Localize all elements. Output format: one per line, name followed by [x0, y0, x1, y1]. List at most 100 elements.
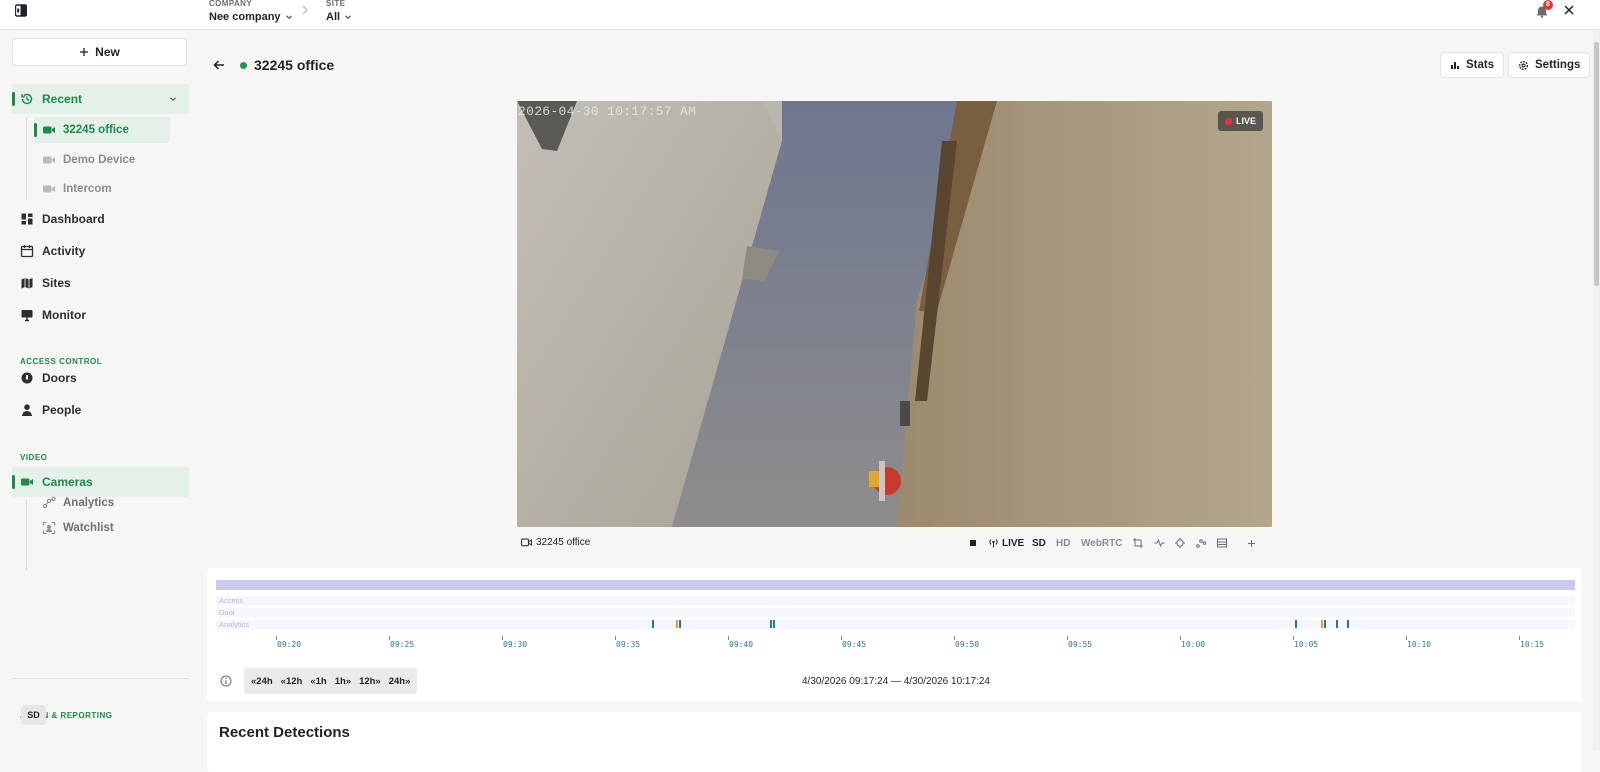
sidebar-item-people[interactable]: People	[12, 395, 189, 425]
company-selector[interactable]: COMPANY Nee company	[209, 0, 293, 23]
nodes-icon	[1196, 539, 1206, 548]
crosshair-icon	[1175, 538, 1185, 548]
analytics-event-marker[interactable]	[773, 620, 775, 628]
back-12h-button[interactable]: «12h	[277, 676, 307, 687]
recent-item-demo-device[interactable]: Demo Device	[34, 147, 135, 173]
broadcast-icon	[989, 539, 998, 548]
user-avatar[interactable]: SD	[21, 705, 46, 725]
camera-name-text: 32245 office	[536, 537, 591, 548]
analytics-event-marker[interactable]	[1336, 620, 1338, 628]
camera-video-feed[interactable]	[517, 101, 1272, 527]
analytics-overlay-button[interactable]	[1196, 536, 1206, 550]
pulse-icon	[1154, 538, 1165, 548]
analytics-event-marker[interactable]	[676, 620, 678, 628]
analytics-event-marker[interactable]	[1324, 620, 1326, 628]
sidebar: New Recent 32245 office Demo Device Inte…	[0, 30, 200, 750]
chevron-down-icon	[285, 15, 292, 20]
timeline-tick-label: 09:30	[503, 640, 528, 649]
calendar-icon	[20, 245, 34, 258]
tree-line	[26, 118, 27, 200]
recent-detections-panel	[207, 712, 1582, 772]
analytics-event-marker[interactable]	[770, 620, 772, 628]
analytics-event-marker[interactable]	[1347, 620, 1349, 628]
sidebar-item-doors[interactable]: Doors	[12, 363, 189, 393]
live-button-label: LIVE	[1002, 537, 1025, 549]
stop-button[interactable]	[969, 536, 977, 550]
sidebar-item-activity[interactable]: Activity	[12, 236, 189, 266]
timeline-tick-label: 10:05	[1294, 640, 1319, 649]
camera-sub-item-watchlist[interactable]: Watchlist	[34, 515, 114, 541]
sidebar-item-monitor[interactable]: Monitor	[12, 300, 189, 330]
camera-sub-item-label: Watchlist	[63, 522, 114, 534]
timeline-tick-label: 09:35	[616, 640, 641, 649]
site-selector[interactable]: SITE All	[326, 0, 352, 23]
forward-12h-button[interactable]: 12h»	[355, 676, 385, 687]
analytics-event-marker[interactable]	[1295, 620, 1297, 628]
plus-icon	[80, 48, 89, 56]
sidebar-item-dashboard[interactable]: Dashboard	[12, 204, 189, 234]
timeline-tick-label: 09:40	[729, 640, 754, 649]
close-icon[interactable]	[1563, 4, 1575, 16]
sd-quality-button[interactable]: SD	[1032, 536, 1046, 550]
webrtc-button[interactable]: WebRTC	[1081, 536, 1122, 550]
crop-icon	[1133, 538, 1143, 548]
video-camera-outline-icon	[521, 538, 532, 547]
back-24h-button[interactable]: «24h	[247, 676, 277, 687]
settings-button[interactable]: Settings	[1508, 52, 1591, 78]
page-scrollbar[interactable]	[1593, 30, 1600, 750]
sidebar-item-label: Doors	[42, 371, 77, 385]
sidebar-item-recent[interactable]: Recent	[12, 84, 189, 114]
timeline-tick-label: 10:10	[1407, 640, 1432, 649]
info-icon[interactable]	[220, 675, 232, 687]
recent-item-intercom[interactable]: Intercom	[34, 176, 112, 202]
timeline-tick-label: 10:00	[1181, 640, 1206, 649]
new-button-label: New	[95, 45, 120, 59]
timeline-scrubber[interactable]	[216, 580, 1575, 590]
hd-quality-button[interactable]: HD	[1056, 536, 1070, 550]
video-camera-icon	[43, 126, 55, 134]
back-1h-button[interactable]: «1h	[306, 676, 330, 687]
tree-line	[26, 500, 27, 570]
motion-button[interactable]	[1154, 536, 1165, 550]
live-dot	[1225, 117, 1232, 125]
camera-name-label: 32245 office	[521, 537, 590, 548]
timeline-tick-label: 09:45	[842, 640, 867, 649]
grid-layout-button[interactable]	[1217, 536, 1227, 550]
camera-sub-item-analytics[interactable]: Analytics	[34, 490, 114, 516]
timeline-tick-label: 10:15	[1520, 640, 1545, 649]
stats-button-label: Stats	[1466, 59, 1495, 71]
video-camera-icon	[43, 185, 55, 193]
live-button[interactable]: LIVE	[988, 536, 1024, 550]
history-icon	[21, 93, 33, 105]
forward-24h-button[interactable]: 24h»	[385, 676, 415, 687]
map-icon	[21, 278, 33, 289]
analytics-event-marker[interactable]	[1321, 620, 1323, 628]
scrollbar-thumb[interactable]	[1594, 42, 1599, 286]
timeline-row-door: Door	[216, 608, 1575, 617]
video-section-label: VIDEO	[20, 453, 48, 462]
live-badge-label: LIVE	[1236, 116, 1257, 126]
app-logo-icon[interactable]	[15, 4, 27, 17]
time-range-buttons: «24h «12h «1h 1h» 12h» 24h»	[244, 668, 418, 694]
recent-item-label: Demo Device	[63, 154, 136, 166]
page-title: 32245 office	[254, 57, 335, 73]
door-icon	[21, 372, 33, 384]
camera-sub-item-label: Analytics	[63, 497, 115, 509]
video-camera-icon	[21, 478, 33, 486]
site-value: All	[326, 11, 341, 23]
stats-button[interactable]: Stats	[1440, 52, 1505, 78]
ptz-button[interactable]	[1175, 536, 1185, 550]
forward-1h-button[interactable]: 1h»	[331, 676, 355, 687]
chevron-down-icon[interactable]	[169, 95, 177, 103]
new-button[interactable]: New	[12, 38, 187, 66]
timeline-tick-label: 09:20	[277, 640, 302, 649]
analytics-event-marker[interactable]	[679, 620, 681, 628]
sidebar-item-sites[interactable]: Sites	[12, 268, 189, 298]
recent-item-32245-office[interactable]: 32245 office	[34, 117, 170, 143]
add-button[interactable]	[1247, 536, 1256, 550]
settings-button-label: Settings	[1535, 59, 1581, 71]
back-arrow-icon[interactable]	[212, 58, 226, 72]
analytics-event-marker[interactable]	[652, 620, 654, 628]
timeline-tick-label: 09:55	[1068, 640, 1093, 649]
crop-button[interactable]	[1133, 536, 1143, 550]
